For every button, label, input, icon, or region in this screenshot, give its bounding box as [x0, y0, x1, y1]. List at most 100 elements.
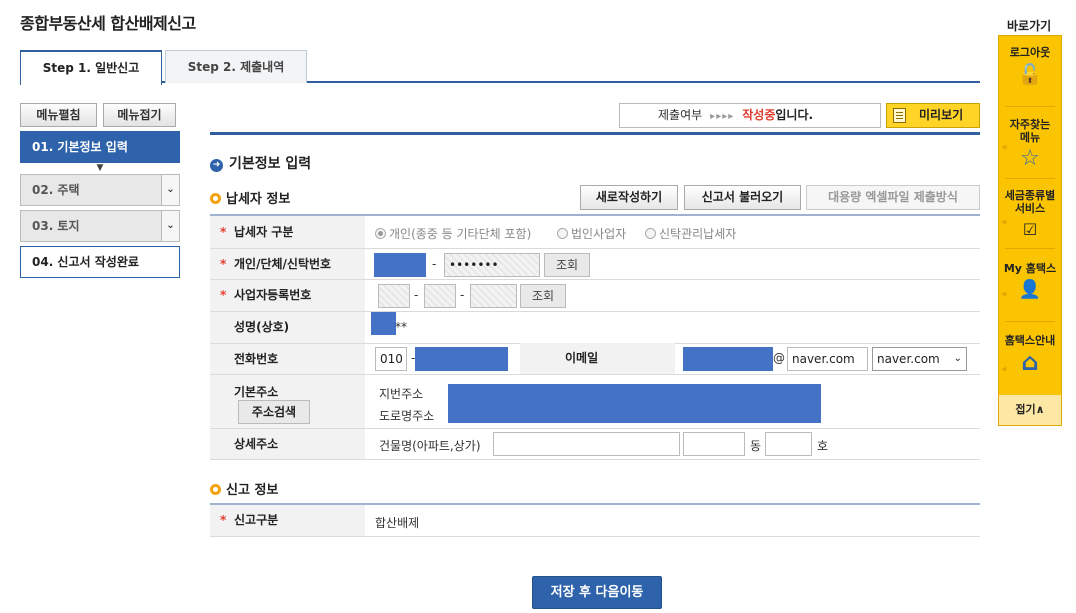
fold-button[interactable]: 접기∧: [999, 395, 1061, 425]
id-back-input[interactable]: •••••••: [444, 253, 540, 277]
report-info-title: 신고 정보: [210, 479, 278, 498]
email-id-input[interactable]: [683, 347, 773, 371]
quick-item-label: 세금종류별 서비스: [1004, 189, 1056, 215]
quick-links-title: 바로가기: [1007, 19, 1052, 33]
row-value: 건물명(아파트,상가) 동 호: [365, 429, 980, 459]
radio-dot: [375, 228, 386, 239]
ring-bullet-icon: [210, 484, 221, 495]
row-value: 010 - 이메일 @ naver.com naver.com ⌄: [365, 343, 980, 374]
email-domain-input[interactable]: naver.com: [787, 347, 868, 371]
row-label: * 신고구분: [210, 505, 365, 536]
status-suffix: 입니다.: [775, 108, 814, 122]
row-taxpayer-type: * 납세자 구분 개인(종중 등 기타단체 포함) 법인사업자 신탁관리납세자: [210, 216, 980, 249]
radio-individual[interactable]: 개인(종중 등 기타단체 포함): [375, 225, 531, 242]
chevron-down-icon: ⌄: [953, 353, 962, 364]
load-report-button[interactable]: 신고서 불러오기: [684, 185, 801, 210]
row-id-number: * 개인/단체/신탁번호 - ••••••• 조회: [210, 249, 980, 280]
row-name: 성명(상호) **: [210, 312, 980, 344]
id-lookup-button[interactable]: 조회: [544, 253, 590, 277]
chevron-down-icon[interactable]: ⌄: [161, 175, 179, 205]
quick-tax-service[interactable]: 세금종류별 서비스 ☑: [999, 189, 1061, 241]
row-phone-email: 전화번호 010 - 이메일 @ naver.com naver.com ⌄: [210, 343, 980, 375]
email-label: 이메일: [565, 351, 599, 365]
bizno-part1-input[interactable]: [378, 284, 410, 308]
bizno-part2-input[interactable]: [424, 284, 456, 308]
at-sign: @: [773, 351, 785, 365]
select-value: naver.com: [877, 352, 940, 366]
required-mark: *: [220, 225, 227, 239]
row-label: 전화번호: [210, 344, 365, 374]
divider: [1005, 321, 1055, 322]
radio-corporation[interactable]: 법인사업자: [557, 225, 626, 242]
quick-hometax-guide[interactable]: 홈택스안내 ⌂: [999, 334, 1061, 376]
road-address-label: 도로명주소: [379, 409, 435, 423]
save-next-button[interactable]: 저장 후 다음이동: [532, 576, 662, 609]
phone-number-input[interactable]: [415, 347, 508, 371]
id-front-input[interactable]: [374, 253, 426, 277]
radio-label: 개인(종중 등 기타단체 포함): [389, 227, 532, 241]
page-title: 종합부동산세 합산배제신고: [20, 14, 196, 33]
dash: -: [460, 288, 465, 302]
dash: -: [414, 288, 419, 302]
address-search-button[interactable]: 주소검색: [238, 400, 310, 424]
row-business-number: * 사업자등록번호 - - 조회: [210, 280, 980, 312]
section-title-text: 기본정보 입력: [229, 156, 312, 172]
tab-step2[interactable]: Step 2. 제출내역: [165, 50, 307, 83]
chevron-down-icon[interactable]: ⌄: [161, 211, 179, 241]
sidebar-item-house[interactable]: 02. 주택 ⌄: [20, 174, 180, 206]
address-value: [448, 384, 821, 423]
radio-label: 법인사업자: [571, 227, 627, 241]
radio-dot: [645, 228, 656, 239]
submission-status: 제출여부 ▸▸▸▸ 작성중입니다.: [619, 103, 881, 128]
sidebar-item-label: 04. 신고서 작성완료: [32, 255, 139, 269]
row-detail-address: 상세주소 건물명(아파트,상가) 동 호: [210, 429, 980, 460]
ring-bullet-icon: [210, 193, 221, 204]
quick-item-label: My 홈택스: [1003, 262, 1057, 275]
bizno-lookup-button[interactable]: 조회: [520, 284, 566, 308]
menu-collapse-button[interactable]: 메뉴접기: [103, 103, 176, 127]
star-icon: ☆: [1020, 146, 1040, 171]
label-text: 기본주소: [234, 385, 279, 399]
sidebar-item-complete[interactable]: 04. 신고서 작성완료: [20, 246, 180, 278]
preview-button[interactable]: 미리보기: [886, 103, 980, 128]
sidebar-item-label: 03. 토지: [32, 219, 80, 233]
menu-expand-button[interactable]: 메뉴펼침: [20, 103, 97, 127]
section-title: ➜ 기본정보 입력: [210, 153, 311, 173]
row-label: * 납세자 구분: [210, 216, 365, 248]
email-label-cell: 이메일: [520, 343, 675, 374]
quick-logout[interactable]: 로그아웃 🔓: [999, 46, 1061, 85]
sidebar-nav: 01. 기본정보 입력 ▼ 02. 주택 ⌄ 03. 토지 ⌄ 04. 신고서 …: [20, 131, 180, 282]
name-value: [371, 312, 396, 335]
radio-trust[interactable]: 신탁관리납세자: [645, 225, 736, 242]
row-report-type: * 신고구분 합산배제: [210, 505, 980, 537]
email-domain-select[interactable]: naver.com ⌄: [872, 347, 967, 371]
row-label: * 개인/단체/신탁번호: [210, 249, 365, 279]
home-guide-icon: ⌂: [1021, 348, 1039, 376]
row-label: 성명(상호): [210, 312, 365, 343]
report-form: * 신고구분 합산배제: [210, 503, 980, 537]
sidebar-item-land[interactable]: 03. 토지 ⌄: [20, 210, 180, 242]
phone-area-input[interactable]: 010: [375, 347, 407, 371]
sidebar-item-basic-info[interactable]: 01. 기본정보 입력: [20, 131, 180, 163]
radio-label: 신탁관리납세자: [659, 227, 737, 241]
dong-label: 동: [750, 439, 762, 453]
dong-input[interactable]: [683, 432, 745, 456]
new-report-button[interactable]: 새로작성하기: [580, 185, 678, 210]
tab-step1[interactable]: Step 1. 일반신고: [20, 50, 162, 85]
divider: [1005, 106, 1055, 107]
arrow-circle-icon: ➜: [210, 159, 223, 172]
quick-favorite-menu[interactable]: 자주찾는 메뉴 ☆: [999, 118, 1061, 170]
step-tabs: Step 1. 일반신고 Step 2. 제출내역: [20, 50, 980, 85]
row-value: **: [365, 312, 980, 343]
quick-links-panel: 로그아웃 🔓 ◀ 자주찾는 메뉴 ☆ ◀ 세금종류별 서비스 ☑ ◀ My 홈택…: [998, 35, 1062, 426]
quick-item-label: 자주찾는 메뉴: [1009, 118, 1051, 144]
report-info-title-text: 신고 정보: [226, 483, 279, 498]
quick-my-hometax[interactable]: My 홈택스 👤: [999, 262, 1061, 301]
row-address: 기본주소 주소검색 지번주소 도로명주소: [210, 375, 980, 429]
building-name-input[interactable]: [493, 432, 680, 456]
status-arrows: ▸▸▸▸: [710, 111, 735, 122]
ho-input[interactable]: [765, 432, 812, 456]
bulk-excel-button[interactable]: 대용량 엑셀파일 제출방식: [806, 185, 980, 210]
bizno-part3-input[interactable]: [470, 284, 517, 308]
row-value: 개인(종중 등 기타단체 포함) 법인사업자 신탁관리납세자: [365, 216, 980, 248]
